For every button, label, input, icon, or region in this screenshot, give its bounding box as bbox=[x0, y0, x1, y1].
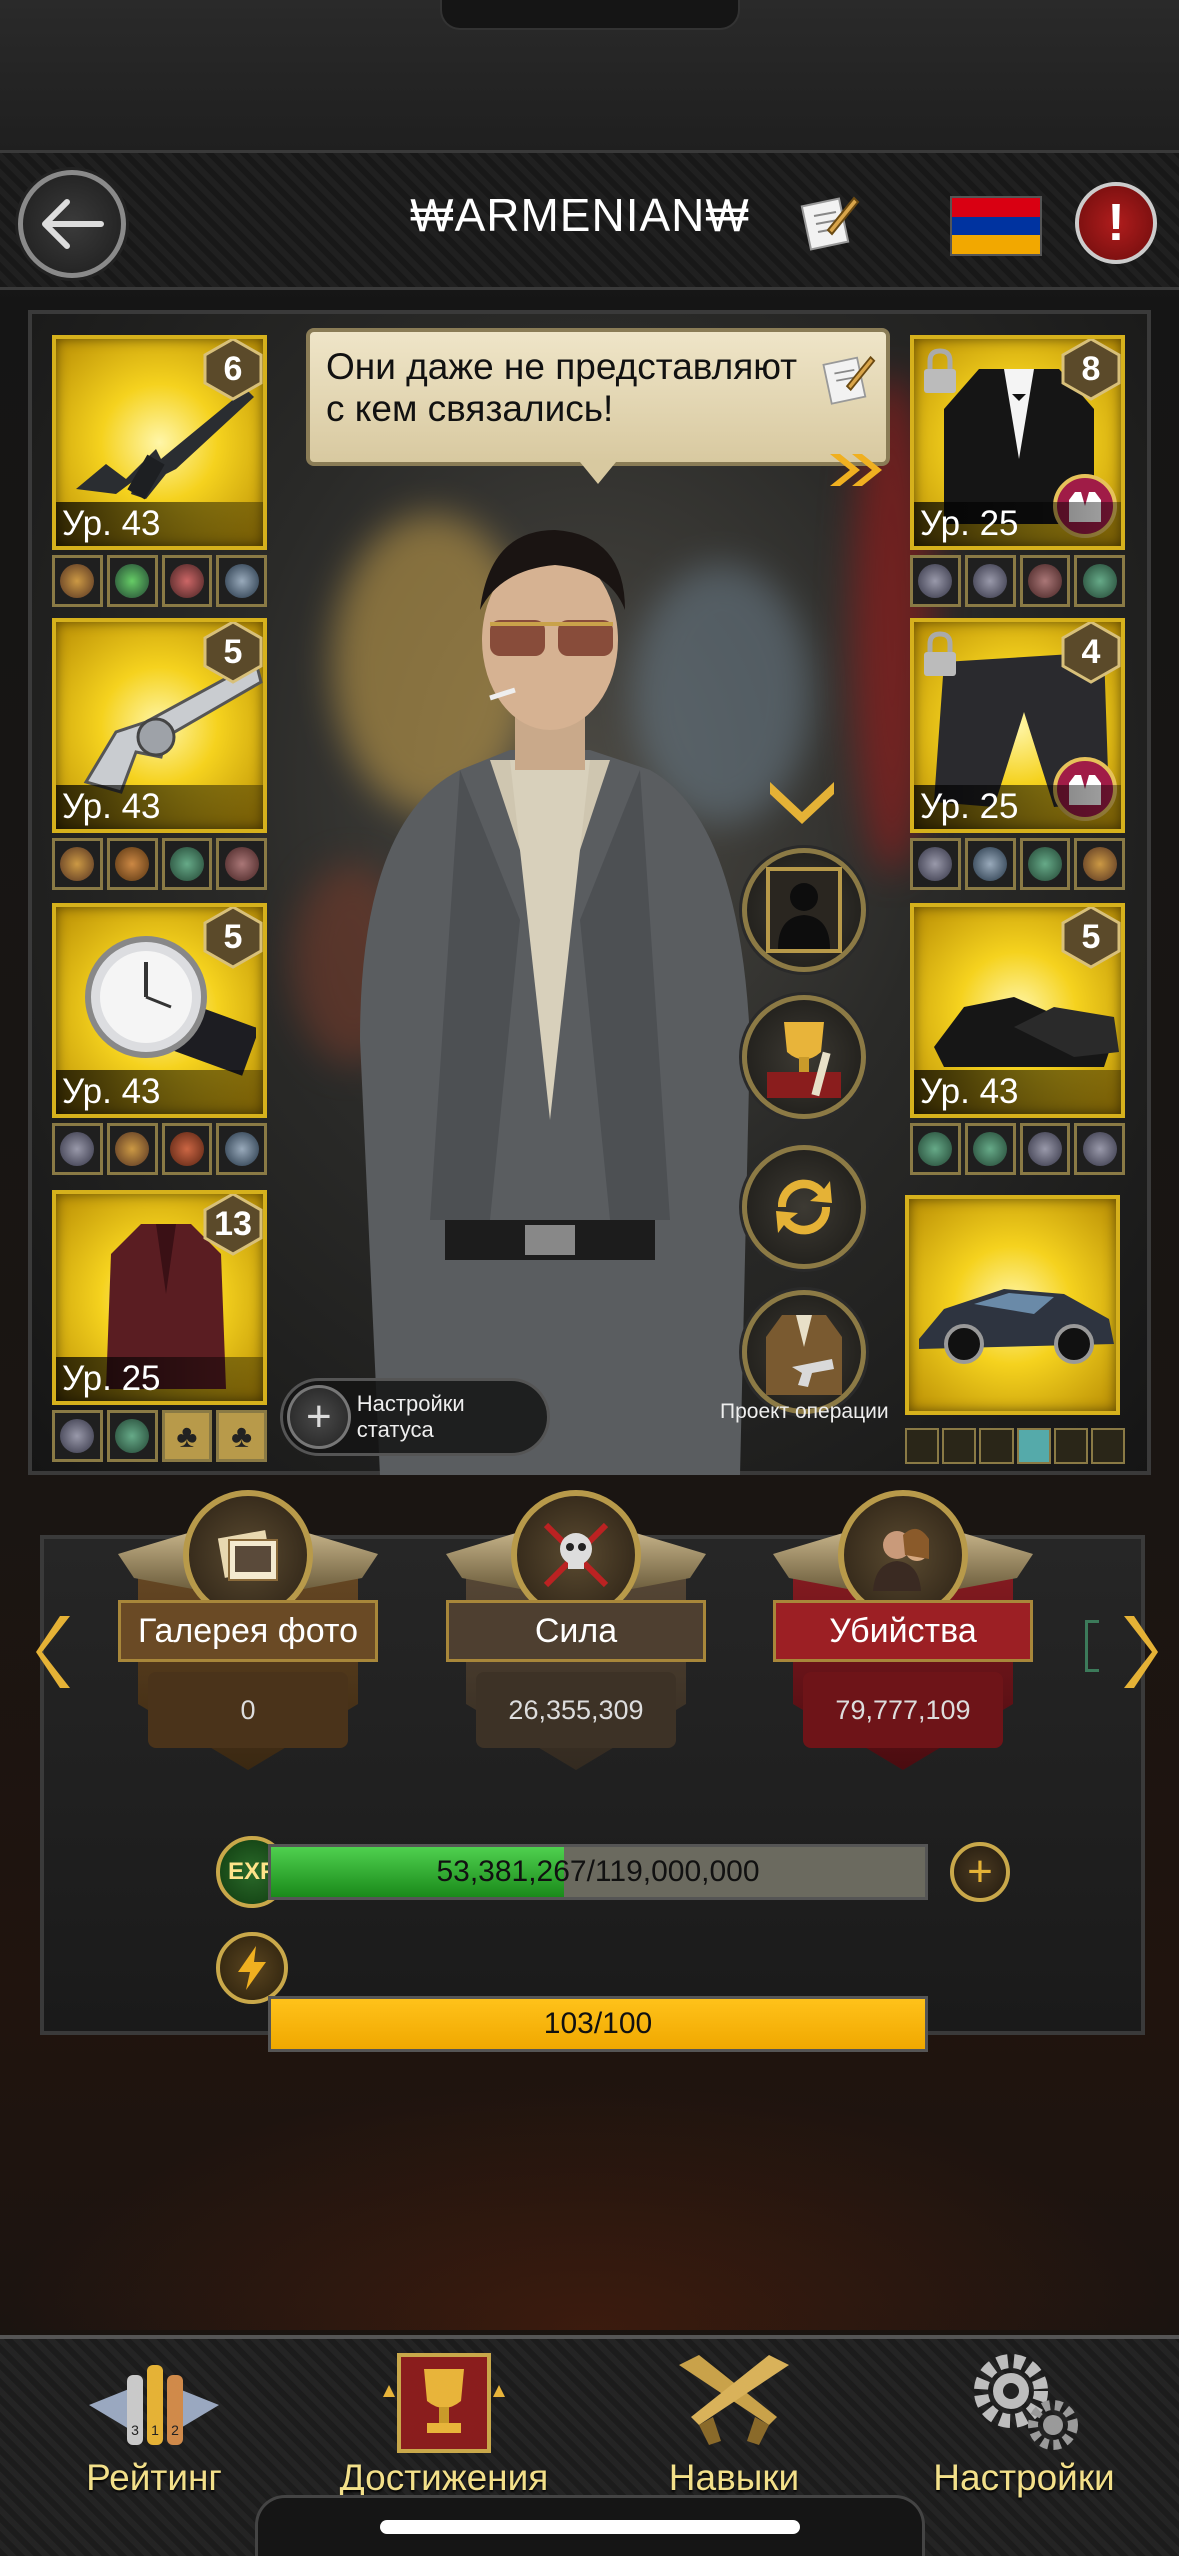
pistol-slot[interactable]: 5 Ур. 43 bbox=[52, 618, 267, 833]
gem-sockets bbox=[910, 838, 1125, 890]
sports-car-icon bbox=[919, 1289, 1114, 1364]
nav-achievements[interactable]: Достижения bbox=[314, 2345, 574, 2515]
stat-card-power[interactable]: Сила 26,355,309 bbox=[446, 1490, 706, 1770]
nav-settings[interactable]: Настройки bbox=[894, 2345, 1154, 2515]
exp-bar: 53,381,267/119,000,000 bbox=[268, 1844, 928, 1900]
star-rank-badge: 5 bbox=[201, 907, 263, 969]
lock-icon bbox=[924, 631, 956, 676]
plus-icon: + bbox=[967, 1847, 993, 1896]
star-rank-badge: 13 bbox=[201, 1194, 263, 1256]
stat-card-kills[interactable]: Убийства 79,777,109 bbox=[773, 1490, 1033, 1770]
star-rank-badge: 5 bbox=[201, 622, 263, 684]
speech-bubble: Они даже не представляют с кем связались… bbox=[306, 328, 890, 466]
avatar-button[interactable] bbox=[742, 848, 866, 972]
refresh-icon bbox=[776, 1179, 832, 1235]
swap-outfit-button[interactable] bbox=[742, 1145, 866, 1269]
nav-label: Навыки bbox=[668, 2457, 800, 2498]
gem-sockets bbox=[910, 555, 1125, 607]
gem-sockets: ♣ ♣ bbox=[52, 1410, 267, 1462]
silhouette-icon bbox=[766, 867, 842, 953]
outerwear-slot[interactable]: 13 Ур. 25 bbox=[52, 1190, 267, 1405]
chevron-right-icon[interactable] bbox=[1120, 1612, 1160, 1692]
gem-sockets bbox=[52, 1123, 267, 1175]
back-arrow-icon bbox=[42, 199, 104, 249]
ranking-bullets-icon: 312 bbox=[89, 2365, 219, 2445]
chevron-down-icon[interactable] bbox=[766, 776, 838, 826]
item-level: Ур. 25 bbox=[914, 502, 1121, 546]
settings-gears-icon bbox=[974, 2354, 1078, 2450]
skills-crossed-pistols-icon bbox=[679, 2355, 789, 2445]
energy-text: 103/100 bbox=[543, 2007, 653, 2040]
gem-sockets bbox=[52, 555, 267, 607]
edit-quote-icon[interactable] bbox=[820, 350, 876, 406]
energy-icon bbox=[216, 1932, 288, 2004]
stat-title: Сила bbox=[446, 1600, 706, 1662]
trophy-button[interactable] bbox=[742, 995, 866, 1119]
item-level: Ур. 43 bbox=[56, 785, 263, 829]
device-notch bbox=[440, 0, 740, 30]
svg-text:3: 3 bbox=[131, 2422, 139, 2438]
item-level: Ур. 43 bbox=[56, 1070, 263, 1114]
character-figure bbox=[360, 530, 750, 1475]
speech-text: Они даже не представляют с кем связались… bbox=[326, 346, 798, 429]
status-settings-button[interactable]: + Настройки статуса bbox=[280, 1378, 550, 1456]
country-flag bbox=[950, 196, 1042, 256]
nav-label: Достижения bbox=[339, 2457, 549, 2498]
next-quote-icon[interactable] bbox=[826, 450, 888, 500]
star-rank-badge: 5 bbox=[1059, 907, 1121, 969]
accessory-slot[interactable]: 5 Ур. 43 bbox=[52, 903, 267, 1118]
operation-project-button[interactable] bbox=[742, 1290, 866, 1414]
add-exp-button[interactable]: + bbox=[950, 1842, 1010, 1902]
nav-label: Рейтинг bbox=[86, 2457, 222, 2498]
stat-title: Убийства bbox=[773, 1600, 1033, 1662]
exclamation-icon: ! bbox=[1107, 194, 1125, 252]
chevron-left-icon[interactable] bbox=[34, 1612, 74, 1692]
home-indicator[interactable] bbox=[380, 2520, 800, 2534]
item-level: Ур. 43 bbox=[914, 1070, 1121, 1114]
svg-text:2: 2 bbox=[171, 2422, 179, 2438]
pants-slot[interactable]: 4 Ур. 25 bbox=[910, 618, 1125, 833]
gem-sockets bbox=[52, 838, 267, 890]
back-button[interactable] bbox=[18, 170, 126, 278]
report-button[interactable]: ! bbox=[1075, 182, 1157, 264]
player-name: ₩ARMENIAN₩ bbox=[410, 189, 750, 241]
weapon-slot[interactable]: 6 Ур. 43 bbox=[52, 335, 267, 550]
item-level: Ур. 25 bbox=[56, 1357, 263, 1401]
trophy-icon bbox=[767, 1022, 841, 1098]
dress-shoes-icon bbox=[934, 997, 1119, 1067]
svg-text:1: 1 bbox=[151, 2422, 159, 2438]
edit-name-icon[interactable] bbox=[798, 190, 860, 252]
stat-card-gallery[interactable]: Галерея фото 0 bbox=[118, 1490, 378, 1770]
star-rank-badge: 6 bbox=[201, 339, 263, 401]
vehicle-upgrade-sockets bbox=[905, 1428, 1126, 1464]
stat-value: 26,355,309 bbox=[476, 1672, 676, 1748]
gem-sockets bbox=[910, 1123, 1125, 1175]
star-rank-badge: 4 bbox=[1059, 622, 1121, 684]
suit-pistol-icon bbox=[766, 1315, 842, 1395]
nav-label: Настройки bbox=[933, 2457, 1115, 2498]
speech-bubble-tail bbox=[580, 462, 616, 484]
item-level: Ур. 43 bbox=[56, 502, 263, 546]
nav-ranking[interactable]: 312 Рейтинг bbox=[24, 2345, 284, 2515]
stat-title: Галерея фото bbox=[118, 1600, 378, 1662]
jacket-slot[interactable]: 8 Ур. 25 bbox=[910, 335, 1125, 550]
stat-value: 0 bbox=[148, 1672, 348, 1748]
lock-icon bbox=[924, 348, 956, 393]
item-level: Ур. 25 bbox=[914, 785, 1121, 829]
star-rank-badge: 8 bbox=[1059, 339, 1121, 401]
operation-project-label: Проект операции bbox=[720, 1400, 889, 1423]
energy-bar: 103/100 bbox=[268, 1996, 928, 2052]
vehicle-slot[interactable] bbox=[905, 1195, 1120, 1415]
nav-skills[interactable]: Навыки bbox=[604, 2345, 864, 2515]
shoes-slot[interactable]: 5 Ур. 43 bbox=[910, 903, 1125, 1118]
achievements-trophy-icon bbox=[383, 2353, 505, 2453]
stat-value: 79,777,109 bbox=[803, 1672, 1003, 1748]
status-settings-label: Настройки статуса bbox=[356, 1391, 465, 1442]
next-stat-card-peek bbox=[1085, 1620, 1099, 1672]
plus-icon: + bbox=[287, 1385, 351, 1449]
exp-text: 53,381,267/119,000,000 bbox=[436, 1855, 760, 1888]
ember-glow bbox=[0, 2080, 1179, 2330]
